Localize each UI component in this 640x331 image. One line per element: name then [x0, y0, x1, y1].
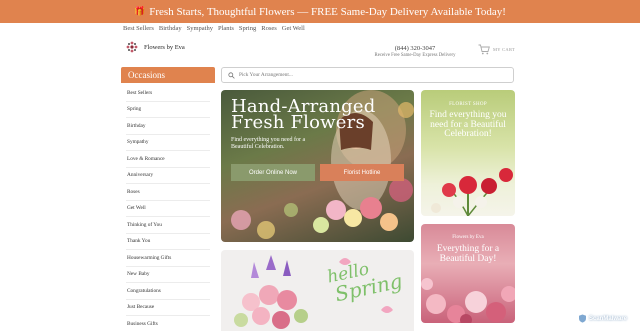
promo-text: Fresh Starts, Thoughtful Flowers — FREE … — [149, 5, 506, 18]
sidebar-item-spring[interactable]: Spring — [126, 102, 210, 118]
scanmalware-badge: ScanMalware — [578, 313, 627, 324]
occasions-sidebar: Occasions Best Sellers Spring Birthday S… — [121, 67, 215, 331]
cart-link[interactable]: MY CART — [478, 44, 515, 55]
nav-plants[interactable]: Plants — [218, 25, 234, 35]
hero-subtitle: Find everything you need for a Beautiful… — [231, 137, 306, 150]
sidebar-item-just-because[interactable]: Just Because — [126, 300, 210, 316]
sidebar-item-birthday[interactable]: Birthday — [126, 118, 210, 135]
search-input[interactable] — [239, 72, 499, 78]
beautiful-day-title: Everything for a Beautiful Day! — [436, 244, 500, 264]
nav-best-sellers[interactable]: Best Sellers — [123, 25, 154, 35]
hello-spring-card[interactable]: hello Spring — [221, 250, 414, 331]
sidebar-item-thank-you[interactable]: Thank You — [126, 234, 210, 250]
top-navigation: Best Sellers Birthday Sympathy Plants Sp… — [123, 25, 305, 35]
sidebar-item-congratulations[interactable]: Congratulations — [126, 283, 210, 300]
order-online-button[interactable]: Order Online Now — [231, 164, 315, 181]
sidebar-item-love-romance[interactable]: Love & Romance — [126, 151, 210, 168]
sidebar-item-best-sellers[interactable]: Best Sellers — [126, 85, 210, 102]
hero-title-line-2: Fresh Flowers — [231, 112, 365, 133]
nav-birthday[interactable]: Birthday — [159, 25, 182, 35]
nav-get-well[interactable]: Get Well — [282, 25, 305, 35]
badge-text: ScanMalware — [589, 315, 628, 322]
beautiful-day-kicker: Flowers by Eva — [452, 235, 484, 240]
nav-sympathy[interactable]: Sympathy — [187, 25, 213, 35]
florist-shop-title: Find everything you need for a Beautiful… — [429, 110, 507, 139]
florist-shop-kicker: FLORIST SHOP — [449, 102, 487, 107]
sidebar-item-get-well[interactable]: Get Well — [126, 201, 210, 217]
delivery-note: Receive Free Same-Day Express Delivery — [374, 53, 456, 58]
brand-logo[interactable]: Flowers by Eva — [124, 40, 185, 54]
hero-title: Hand-Arranged Fresh Flowers — [231, 98, 375, 133]
sidebar-item-housewarming-gifts[interactable]: Housewarming Gifts — [126, 250, 210, 267]
search-icon — [228, 71, 235, 79]
promo-banner: 🎁 Fresh Starts, Thoughtful Flowers — FRE… — [0, 0, 640, 23]
nav-roses[interactable]: Roses — [261, 25, 277, 35]
phone-number[interactable]: (844) 320-3047 — [370, 45, 460, 52]
brand-name: Flowers by Eva — [144, 43, 185, 51]
nav-spring[interactable]: Spring — [239, 25, 256, 35]
cart-label: MY CART — [493, 47, 516, 52]
sidebar-item-business-gifts[interactable]: Business Gifts — [126, 316, 210, 331]
occasions-list: Best Sellers Spring Birthday Sympathy Lo… — [121, 85, 215, 331]
shield-icon — [579, 314, 586, 323]
gift-icon: 🎁 — [134, 6, 146, 17]
occasions-heading: Occasions — [121, 67, 215, 83]
sidebar-item-anniversary[interactable]: Anniversary — [126, 168, 210, 184]
flower-logo-icon — [126, 41, 138, 53]
contact-block: (844) 320-3047 Receive Free Same-Day Exp… — [370, 45, 460, 58]
hero-banner: Hand-Arranged Fresh Flowers Find everyth… — [221, 90, 414, 242]
cart-icon — [478, 44, 490, 55]
sidebar-item-thinking-of-you[interactable]: Thinking of You — [126, 217, 210, 234]
sidebar-item-new-baby[interactable]: New Baby — [126, 267, 210, 283]
florist-hotline-button[interactable]: Florist Hotline — [320, 164, 404, 181]
florist-shop-card[interactable]: FLORIST SHOP Find everything you need fo… — [421, 90, 515, 216]
red-flowers-image — [431, 168, 513, 216]
search-bar — [221, 67, 514, 83]
sidebar-item-roses[interactable]: Roses — [126, 184, 210, 201]
sidebar-item-sympathy[interactable]: Sympathy — [126, 135, 210, 151]
beautiful-day-card[interactable]: Flowers by Eva Everything for a Beautifu… — [421, 224, 515, 323]
